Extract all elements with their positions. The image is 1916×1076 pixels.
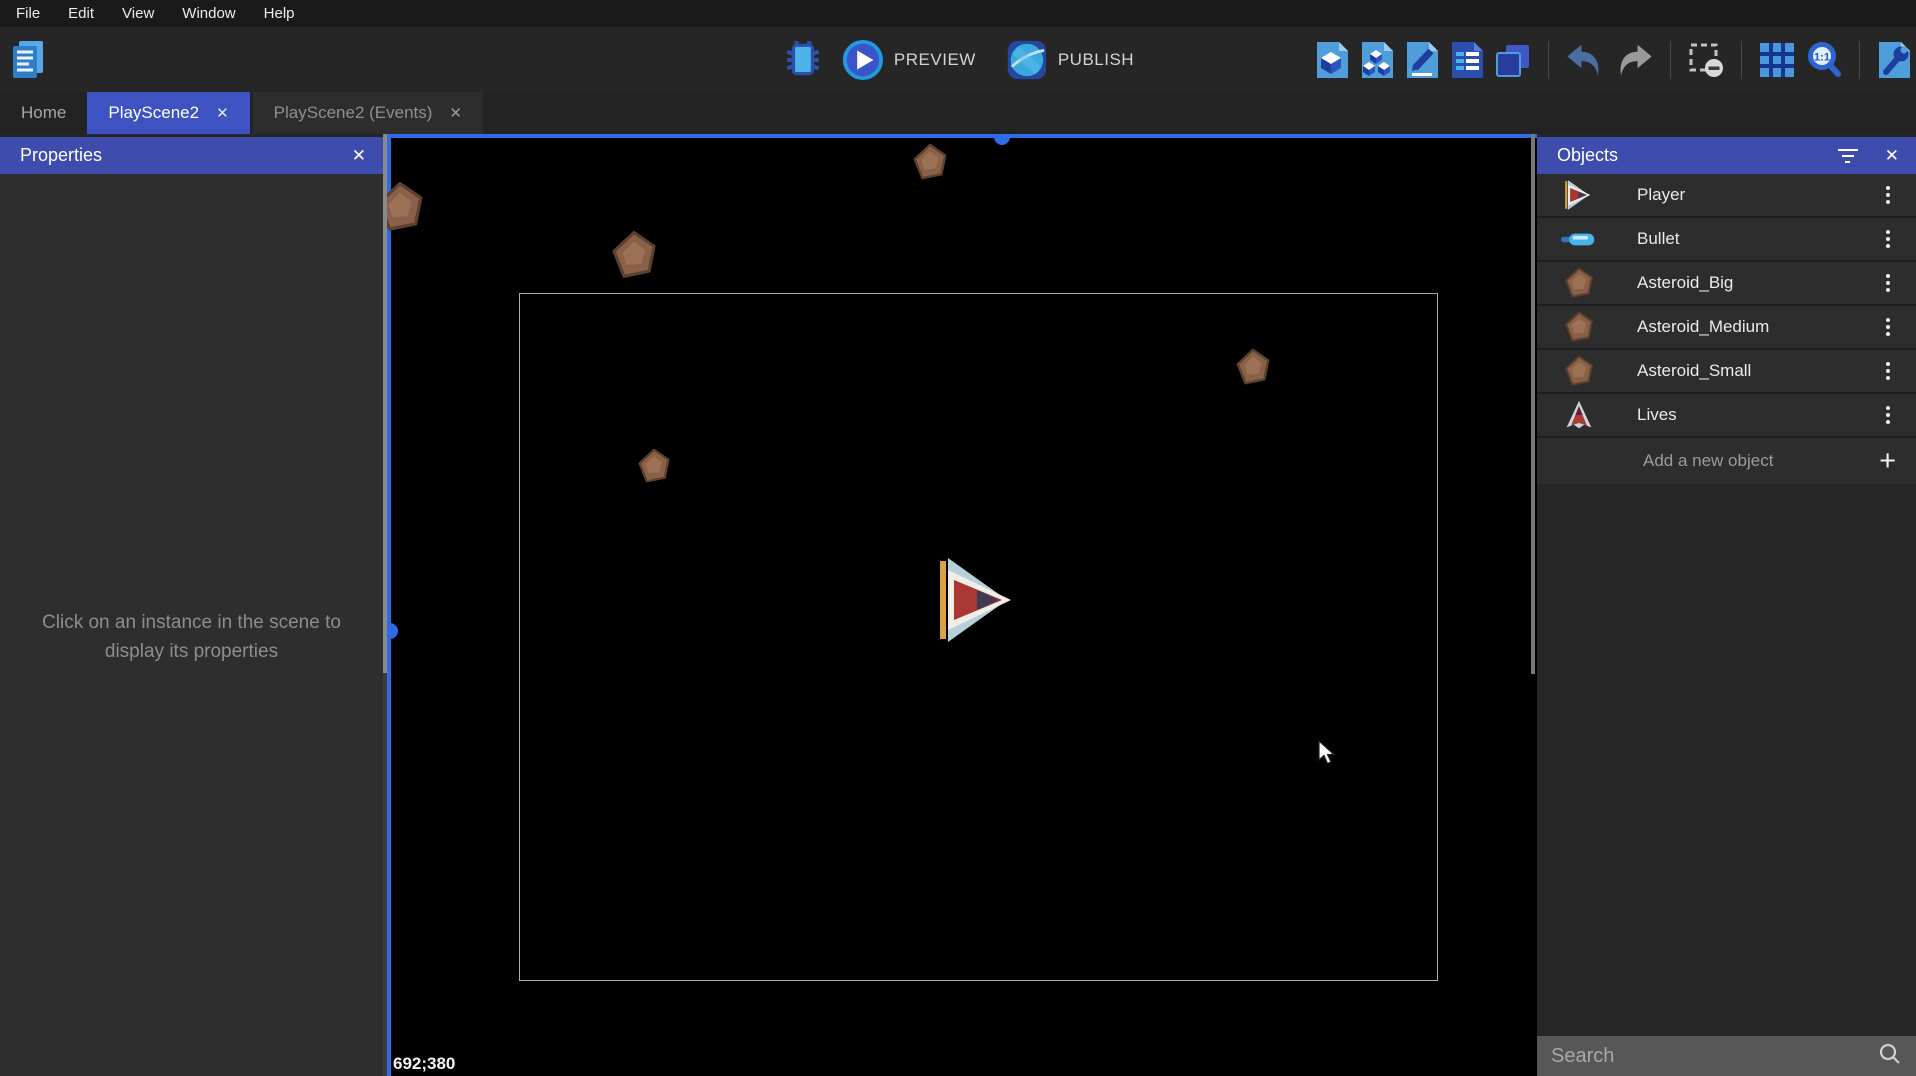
object-row-asteroid-medium[interactable]: Asteroid_Medium — [1537, 306, 1916, 350]
plus-icon: + — [1879, 447, 1896, 476]
asteroid-instance[interactable] — [387, 181, 426, 238]
add-new-object-button[interactable]: Add a new object + — [1537, 438, 1916, 484]
menu-item-view[interactable]: View — [108, 0, 168, 27]
object-menu-icon[interactable] — [1878, 274, 1898, 292]
gdevelop-window: FileEditViewWindowHelp — [0, 0, 1916, 1076]
preview-label: PREVIEW — [894, 50, 976, 70]
preview-play-icon — [842, 39, 884, 81]
properties-panel: Properties ✕ Click on an instance in the… — [0, 134, 383, 1076]
toolbar-separator — [1859, 41, 1860, 79]
object-label: Asteroid_Big — [1637, 273, 1878, 293]
menu-item-edit[interactable]: Edit — [54, 0, 108, 27]
properties-body: Click on an instance in the scene to dis… — [0, 174, 383, 1076]
object-label: Player — [1637, 185, 1878, 205]
deselect-icon[interactable] — [1687, 41, 1725, 79]
undo-icon[interactable] — [1565, 42, 1605, 78]
asteroid-icon — [1560, 267, 1598, 299]
close-icon[interactable]: ✕ — [216, 104, 229, 122]
grid-icon[interactable] — [1758, 41, 1796, 79]
menu-item-help[interactable]: Help — [250, 0, 309, 27]
properties-empty-message: Click on an instance in the scene to dis… — [34, 608, 350, 667]
debugger-tools-icon[interactable] — [1876, 40, 1912, 80]
layers-icon[interactable] — [1494, 41, 1532, 79]
tab-label: PlayScene2 — [108, 103, 199, 123]
debug-icon[interactable] — [782, 38, 824, 82]
close-icon[interactable]: ✕ — [1885, 146, 1899, 166]
asteroid-instance[interactable] — [609, 230, 659, 285]
tab-label: Home — [21, 103, 66, 123]
object-menu-icon[interactable] — [1878, 362, 1898, 380]
object-row-bullet[interactable]: Bullet — [1537, 218, 1916, 262]
close-icon[interactable]: ✕ — [352, 146, 366, 166]
object-row-player[interactable]: Player — [1537, 174, 1916, 218]
edit-object-groups-icon[interactable] — [1359, 40, 1395, 80]
cursor-coordinates: 692;380 — [393, 1054, 455, 1074]
tab-bar: Home PlayScene2 ✕ PlayScene2 (Events) ✕ — [0, 92, 1916, 134]
publish-label: PUBLISH — [1058, 50, 1134, 70]
main-area: Properties ✕ Click on an instance in the… — [0, 134, 1916, 1076]
objects-title: Objects — [1557, 145, 1618, 166]
object-menu-icon[interactable] — [1878, 230, 1898, 248]
vertical-scroll-track[interactable] — [387, 134, 391, 1076]
player-instance[interactable] — [937, 555, 1021, 650]
edit-object-icon[interactable] — [1314, 40, 1350, 80]
scene-canvas[interactable]: 692;380 — [387, 134, 1537, 1076]
horizontal-scroll-handle[interactable] — [994, 134, 1010, 145]
asteroid-icon — [1560, 355, 1598, 387]
canvas-scrollbar-thumb[interactable] — [1531, 134, 1535, 674]
asteroid-icon — [1560, 311, 1598, 343]
instances-list-icon[interactable] — [1449, 40, 1485, 80]
vertical-scroll-handle[interactable] — [387, 623, 398, 639]
svg-text:1:1: 1:1 — [1814, 51, 1830, 63]
close-icon[interactable]: ✕ — [449, 104, 462, 122]
redo-icon[interactable] — [1614, 42, 1654, 78]
toolbar: PREVIEW PUBLISH — [0, 27, 1916, 92]
properties-title: Properties — [20, 145, 102, 166]
tab-playscene2-events[interactable]: PlayScene2 (Events) ✕ — [253, 92, 483, 134]
asteroid-instance[interactable] — [636, 448, 672, 489]
search-input[interactable] — [1551, 1045, 1878, 1068]
lives-icon — [1560, 400, 1598, 430]
player-ship-icon — [1560, 179, 1598, 211]
filter-icon[interactable] — [1837, 149, 1859, 163]
mouse-cursor — [1317, 740, 1339, 771]
search-icon — [1878, 1042, 1902, 1071]
object-label: Asteroid_Medium — [1637, 317, 1878, 337]
tab-playscene2[interactable]: PlayScene2 ✕ — [87, 92, 249, 134]
toolbar-separator — [1670, 41, 1671, 79]
objects-header: Objects ✕ — [1537, 137, 1916, 174]
asteroid-instance[interactable] — [1234, 348, 1272, 391]
object-row-asteroid-big[interactable]: Asteroid_Big — [1537, 262, 1916, 306]
toolbar-separator — [1548, 41, 1549, 79]
tab-label: PlayScene2 (Events) — [274, 103, 433, 123]
search-bar — [1537, 1036, 1916, 1076]
add-new-object-label: Add a new object — [1643, 451, 1879, 471]
object-label: Asteroid_Small — [1637, 361, 1878, 381]
object-label: Lives — [1637, 405, 1878, 425]
preview-button[interactable]: PREVIEW — [842, 39, 976, 81]
horizontal-scroll-track[interactable] — [387, 134, 1537, 138]
properties-header: Properties ✕ — [0, 137, 383, 174]
object-menu-icon[interactable] — [1878, 406, 1898, 424]
menu-item-window[interactable]: Window — [168, 0, 249, 27]
object-row-lives[interactable]: Lives — [1537, 394, 1916, 438]
object-menu-icon[interactable] — [1878, 186, 1898, 204]
edit-scene-properties-icon[interactable] — [1404, 40, 1440, 80]
object-menu-icon[interactable] — [1878, 318, 1898, 336]
asteroid-instance[interactable] — [911, 143, 949, 186]
publish-icon — [1006, 39, 1048, 81]
toolbar-separator — [1741, 41, 1742, 79]
bullet-icon — [1560, 231, 1598, 248]
objects-panel: Objects ✕ Player Bullet Asteroid_Big Astero… — [1537, 134, 1916, 1076]
menu-bar: FileEditViewWindowHelp — [0, 0, 1916, 27]
project-manager-icon[interactable] — [8, 38, 48, 82]
zoom-original-icon[interactable]: 1:1 — [1805, 41, 1843, 79]
tab-home[interactable]: Home — [0, 92, 87, 134]
menu-item-file[interactable]: File — [2, 0, 54, 27]
objects-list: Player Bullet Asteroid_Big Asteroid_Medium A… — [1537, 174, 1916, 1076]
object-row-asteroid-small[interactable]: Asteroid_Small — [1537, 350, 1916, 394]
publish-button[interactable]: PUBLISH — [1006, 39, 1134, 81]
object-label: Bullet — [1637, 229, 1878, 249]
